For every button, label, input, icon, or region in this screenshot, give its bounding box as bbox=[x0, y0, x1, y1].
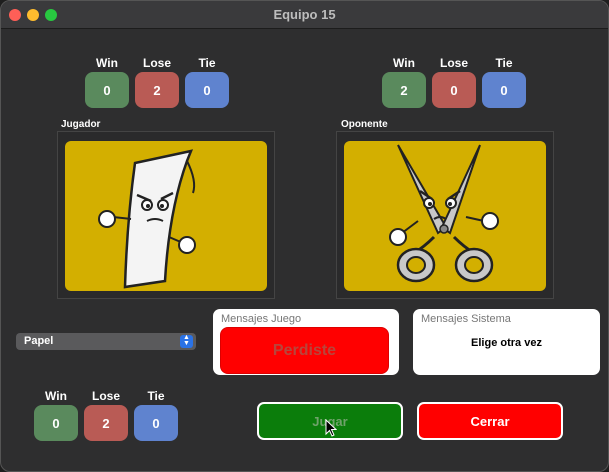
bottom-lose-count: 2 bbox=[84, 405, 128, 441]
jugador-panel bbox=[57, 131, 275, 299]
player-tie-count: 0 bbox=[185, 72, 229, 108]
mouse-cursor-icon bbox=[325, 419, 337, 437]
result-banner: Perdiste bbox=[221, 328, 388, 373]
player-score-panel: Win Lose Tie 0 2 0 bbox=[85, 56, 229, 110]
player-win-count: 0 bbox=[85, 72, 129, 108]
jugador-label: Jugador bbox=[61, 119, 101, 130]
game-messages-header: Mensajes Juego bbox=[221, 313, 302, 325]
opponent-tie-count: 0 bbox=[482, 72, 526, 108]
system-messages-header: Mensajes Sistema bbox=[421, 313, 511, 325]
system-message-text: Elige otra vez bbox=[471, 337, 542, 349]
player-lose-count: 2 bbox=[135, 72, 179, 108]
bottom-win-count: 0 bbox=[34, 405, 78, 441]
app-window: Equipo 15 Win Lose Tie 0 2 0 Win Lose Ti… bbox=[0, 0, 609, 472]
oponente-label: Oponente bbox=[341, 119, 388, 130]
paper-character-icon bbox=[65, 141, 267, 291]
lose-label: Lose bbox=[439, 56, 468, 70]
scissors-character-icon bbox=[344, 141, 546, 291]
opponent-win-count: 2 bbox=[382, 72, 426, 108]
lose-label: Lose bbox=[142, 56, 171, 70]
opponent-score-panel: Win Lose Tie 2 0 0 bbox=[382, 56, 526, 110]
oponente-panel bbox=[336, 131, 554, 299]
cerrar-button[interactable]: Cerrar bbox=[417, 402, 563, 440]
tie-label: Tie bbox=[147, 389, 165, 403]
win-label: Win bbox=[45, 389, 67, 403]
title-bar: Equipo 15 bbox=[1, 1, 608, 29]
system-messages-box: Mensajes Sistema Elige otra vez bbox=[413, 309, 600, 375]
bottom-score-panel: Win Lose Tie 0 2 0 bbox=[34, 389, 178, 443]
choice-select[interactable]: Papel ▲ ▼ bbox=[16, 333, 196, 350]
win-label: Win bbox=[96, 56, 118, 70]
tie-label: Tie bbox=[495, 56, 513, 70]
bottom-tie-count: 0 bbox=[134, 405, 178, 441]
lose-label: Lose bbox=[91, 389, 120, 403]
win-label: Win bbox=[393, 56, 415, 70]
tie-label: Tie bbox=[198, 56, 216, 70]
chevron-updown-icon: ▲ ▼ bbox=[180, 334, 193, 348]
game-messages-box: Mensajes Juego Perdiste bbox=[213, 309, 399, 375]
choice-select-value: Papel bbox=[24, 335, 54, 347]
window-title: Equipo 15 bbox=[273, 7, 336, 22]
opponent-lose-count: 0 bbox=[432, 72, 476, 108]
